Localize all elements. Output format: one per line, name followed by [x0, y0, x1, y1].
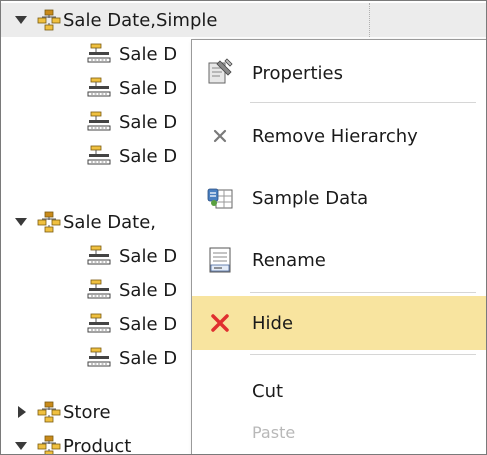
menu-item-paste: Paste — [192, 412, 486, 452]
rename-icon — [206, 246, 234, 274]
tree-row-label: Sale Date, — [63, 211, 156, 233]
level-icon — [87, 279, 111, 299]
expand-arrow-icon[interactable] — [15, 442, 27, 450]
menu-item-hide[interactable]: Hide — [192, 296, 486, 350]
menu-item-remove-hierarchy[interactable]: Remove Hierarchy — [192, 106, 486, 166]
level-icon — [87, 43, 111, 63]
menu-item-label: Cut — [252, 380, 284, 402]
hierarchy-icon — [37, 211, 61, 233]
menu-item-label: Remove Hierarchy — [252, 125, 418, 147]
tree-row-label: Sale D — [119, 245, 178, 267]
level-icon — [87, 111, 111, 131]
collapse-arrow-icon[interactable] — [18, 406, 26, 418]
properties-icon — [206, 57, 234, 85]
tree-row-label: Sale D — [119, 347, 178, 369]
menu-item-properties[interactable]: Properties — [192, 44, 486, 102]
sample-data-icon — [206, 184, 234, 212]
remove-icon — [206, 122, 234, 150]
tree-row-label: Sale D — [119, 111, 178, 133]
context-menu: Properties Remove Hierarchy Sample Data … — [191, 39, 486, 454]
menu-item-label: Properties — [252, 62, 343, 84]
menu-separator — [250, 102, 476, 103]
tree-row-label: Product — [63, 435, 132, 455]
level-icon — [87, 313, 111, 333]
tree-row-label: Sale D — [119, 43, 178, 65]
menu-item-sample-data[interactable]: Sample Data — [192, 168, 486, 228]
menu-separator — [250, 354, 476, 355]
tree-row-label: Sale D — [119, 279, 178, 301]
hide-icon — [206, 309, 234, 337]
tree-row-hierarchy[interactable]: Sale Date,Simple — [1, 3, 486, 37]
menu-item-rename[interactable]: Rename — [192, 230, 486, 290]
menu-item-label: Rename — [252, 249, 326, 271]
level-icon — [87, 245, 111, 265]
expand-arrow-icon[interactable] — [15, 218, 27, 226]
menu-separator — [250, 292, 476, 293]
menu-item-label: Hide — [252, 312, 294, 334]
hierarchy-icon — [37, 9, 61, 31]
hierarchy-icon — [37, 401, 61, 423]
window-frame: Sale Date,Simple Sale D Sale D Sale D Sa… — [0, 0, 487, 455]
tree-row-label: Sale Date,Simple — [63, 9, 218, 31]
hierarchy-icon — [37, 435, 61, 454]
tree-row-label: Sale D — [119, 145, 178, 167]
menu-item-label: Paste — [252, 422, 296, 442]
tree-row-label: Store — [63, 401, 111, 423]
level-icon — [87, 77, 111, 97]
level-icon — [87, 145, 111, 165]
tree-row-label: Sale D — [119, 77, 178, 99]
menu-item-label: Sample Data — [252, 187, 369, 209]
level-icon — [87, 347, 111, 367]
expand-arrow-icon[interactable] — [15, 16, 27, 24]
tree-row-label: Sale D — [119, 313, 178, 335]
